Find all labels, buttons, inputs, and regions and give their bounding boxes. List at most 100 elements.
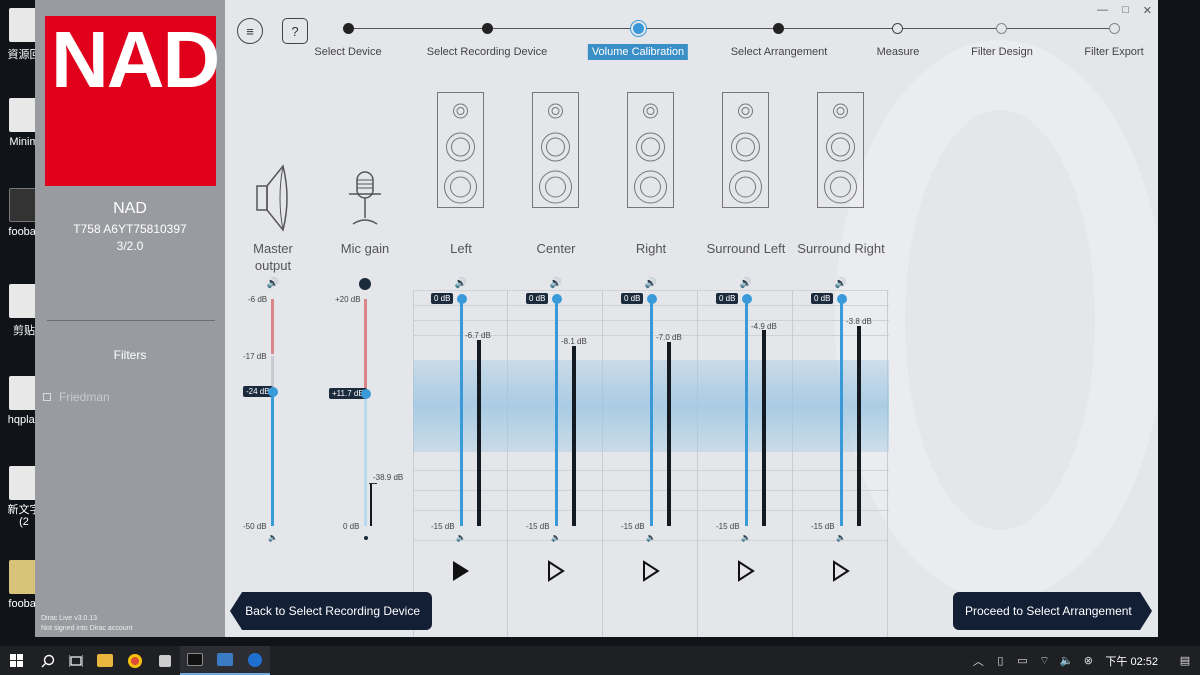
taskbar-photos[interactable]: [210, 646, 240, 675]
start-button[interactable]: [0, 646, 34, 675]
master-fader-upper-track: [271, 299, 274, 354]
play-icon: [833, 560, 850, 582]
play-button-center[interactable]: [546, 559, 566, 583]
speaker-cabinet-icon: [634, 103, 667, 204]
proceed-button[interactable]: Proceed to Select Arrangement: [953, 592, 1152, 630]
search-button[interactable]: [34, 646, 62, 675]
mic-fader-knob[interactable]: [361, 389, 371, 399]
play-icon: [453, 561, 469, 581]
master-fader-knob[interactable]: [268, 387, 278, 397]
taskbar-dirac-live[interactable]: [240, 646, 270, 675]
ime-icon[interactable]: ⊗: [1077, 646, 1099, 675]
master-top-label: -6 dB: [248, 295, 268, 304]
volume-low-icon: 🔈: [551, 533, 561, 542]
foobar-icon: [159, 654, 171, 667]
center-level-label: -8.1 dB: [561, 337, 587, 346]
version-info: Dirac Live v3.0.13 Not signed into Dirac…: [41, 614, 132, 634]
system-tray: ︿ ▯ ▭ ⌔ 🔈 ⊗ 下午 02:52 ▤: [967, 646, 1200, 675]
step-dot-select-arrangement[interactable]: [773, 23, 784, 34]
step-label-measure: Measure: [876, 46, 920, 58]
surround-left-gain-track[interactable]: [745, 298, 748, 526]
minimize-button[interactable]: —: [1097, 4, 1108, 17]
taskbar-clock[interactable]: 下午 02:52: [1099, 653, 1170, 669]
device-config: 3/2.0: [116, 239, 144, 253]
play-button-surround-left[interactable]: [736, 559, 756, 583]
surround-right-gain-knob[interactable]: [837, 294, 847, 304]
mic-top-label: +20 dB: [335, 295, 361, 304]
step-dot-volume-calibration[interactable]: [631, 21, 646, 36]
play-button-right[interactable]: [641, 559, 661, 583]
step-label-select-arrangement[interactable]: Select Arrangement: [731, 46, 828, 58]
master-fader-track[interactable]: [271, 392, 274, 526]
volume-high-icon: 🔊: [644, 278, 658, 289]
volume-low-icon: 🔈: [268, 533, 278, 542]
chrome-icon: [128, 653, 142, 668]
account-status: Not signed into Dirac account: [41, 625, 133, 632]
play-button-left[interactable]: [451, 559, 471, 583]
mic-level-bar: [370, 483, 372, 526]
speaker-surround-left: [722, 92, 769, 208]
task-view-button[interactable]: [62, 646, 90, 675]
tray-chevron-up-icon[interactable]: ︿: [967, 646, 989, 675]
play-button-surround-right[interactable]: [831, 559, 851, 583]
volume-high-icon: 🔊: [834, 278, 848, 289]
volume-high-icon: 🔊: [266, 278, 280, 289]
notification-icon[interactable]: ▤: [1170, 646, 1200, 675]
left-level-label: -6.7 dB: [465, 331, 491, 340]
taskbar-chrome[interactable]: [120, 646, 150, 675]
mic-fader-track[interactable]: [364, 392, 367, 526]
filter-checkbox[interactable]: [43, 393, 51, 401]
maximize-button[interactable]: □: [1122, 4, 1129, 17]
step-label-select-device[interactable]: Select Device: [314, 46, 381, 58]
taskbar-terminal[interactable]: [180, 646, 210, 675]
center-gain-knob[interactable]: [552, 294, 562, 304]
channel-label-right: Right: [635, 241, 667, 256]
volume-low-icon: 🔈: [456, 533, 466, 542]
help-button[interactable]: ?: [282, 18, 308, 44]
master-mid-label: -17 dB: [243, 352, 267, 361]
taskbar-file-explorer[interactable]: [90, 646, 120, 675]
surround-left-bottom-label: -15 dB: [716, 522, 740, 531]
surround-left-level-bar: [762, 330, 766, 526]
taskbar-foobar[interactable]: [150, 646, 180, 675]
filters-title: Filters: [113, 348, 147, 362]
speaker-cabinet-icon: [444, 103, 477, 204]
left-gain-knob[interactable]: [457, 294, 467, 304]
surround-right-bottom-label: -15 dB: [811, 522, 835, 531]
left-bottom-label: -15 dB: [431, 522, 455, 531]
folder-icon: [97, 654, 113, 667]
tray-device-icon[interactable]: ▯: [989, 646, 1011, 675]
step-dot-select-device[interactable]: [343, 23, 354, 34]
right-level-bar: [667, 342, 671, 526]
menu-button[interactable]: ≡: [237, 18, 263, 44]
right-gain-knob[interactable]: [647, 294, 657, 304]
center-gain-track[interactable]: [555, 298, 558, 526]
right-gain-track[interactable]: [650, 298, 653, 526]
mic-indicator-dot: [359, 278, 371, 290]
surround-left-level-label: -4.9 dB: [751, 322, 777, 331]
surround-right-gain-track[interactable]: [840, 298, 843, 526]
step-dot-select-recording-device[interactable]: [482, 23, 493, 34]
step-dot-filter-design: [996, 23, 1007, 34]
photos-icon: [217, 653, 233, 666]
step-label-volume-calibration[interactable]: Volume Calibration: [587, 44, 689, 60]
wifi-icon[interactable]: ⌔: [1033, 646, 1055, 675]
battery-icon[interactable]: ▭: [1011, 646, 1033, 675]
volume-high-icon: 🔊: [454, 278, 468, 289]
surround-left-gain-knob[interactable]: [742, 294, 752, 304]
volume-low-icon: 🔈: [741, 533, 751, 542]
center-bottom-label: -15 dB: [526, 522, 550, 531]
window-controls: — □ ✕: [1097, 4, 1152, 17]
step-label-select-recording-device[interactable]: Select Recording Device: [427, 46, 547, 58]
right-gain-tag: 0 dB: [621, 293, 644, 304]
left-level-bar: [477, 340, 481, 526]
close-button[interactable]: ✕: [1143, 4, 1152, 17]
help-icon: ?: [291, 23, 299, 39]
mic-gain-label: Mic gain: [340, 241, 390, 256]
channel-label-surround-right: Surround Right: [797, 241, 885, 256]
back-button[interactable]: Back to Select Recording Device: [230, 592, 432, 630]
speaker-volume-icon[interactable]: 🔈: [1055, 646, 1077, 675]
step-dot-measure: [892, 23, 903, 34]
left-gain-track[interactable]: [460, 298, 463, 526]
filter-item-friedman[interactable]: Friedman: [43, 390, 110, 404]
